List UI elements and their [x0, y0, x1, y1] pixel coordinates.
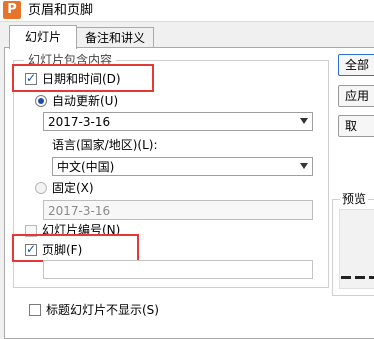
hide-on-title-checkbox[interactable] — [29, 304, 41, 316]
apply-button[interactable]: 应用 — [338, 85, 374, 107]
language-value: 中文(中国) — [57, 160, 115, 174]
preview-date-placeholder — [341, 276, 351, 279]
preview-footer-placeholder — [355, 276, 365, 279]
tab-notes-handouts[interactable]: 备注和讲义 — [76, 27, 154, 48]
date-format-value: 2017-3-16 — [48, 115, 111, 129]
app-icon: P — [3, 1, 21, 19]
language-label: 语言(国家/地区)(L): — [52, 138, 158, 152]
fixed-radio[interactable] — [35, 182, 47, 194]
tab-slides[interactable]: 幻灯片 — [9, 25, 77, 49]
chevron-down-icon[interactable] — [300, 163, 308, 169]
fixed-date-value: 2017-3-16 — [48, 204, 111, 218]
date-time-highlight — [12, 64, 154, 92]
window-title: 页眉和页脚 — [28, 3, 94, 18]
chevron-down-icon[interactable] — [300, 118, 308, 124]
auto-update-label[interactable]: 自动更新(U) — [52, 93, 118, 109]
preview-label: 预览 — [340, 191, 369, 207]
cancel-button[interactable]: 取 — [338, 115, 374, 137]
preview-number-placeholder — [369, 276, 374, 279]
hide-on-title-label[interactable]: 标题幻灯片不显示(S) — [46, 302, 159, 318]
language-select[interactable]: 中文(中国) — [52, 157, 313, 176]
apply-all-button[interactable]: 全部 — [338, 54, 374, 76]
auto-update-radio[interactable] — [35, 95, 47, 107]
fixed-date-input[interactable]: 2017-3-16 — [43, 200, 313, 220]
date-format-select[interactable]: 2017-3-16 — [43, 112, 313, 131]
fixed-label[interactable]: 固定(X) — [52, 180, 94, 196]
footer-highlight — [12, 234, 139, 262]
footer-text-input[interactable] — [43, 260, 313, 279]
